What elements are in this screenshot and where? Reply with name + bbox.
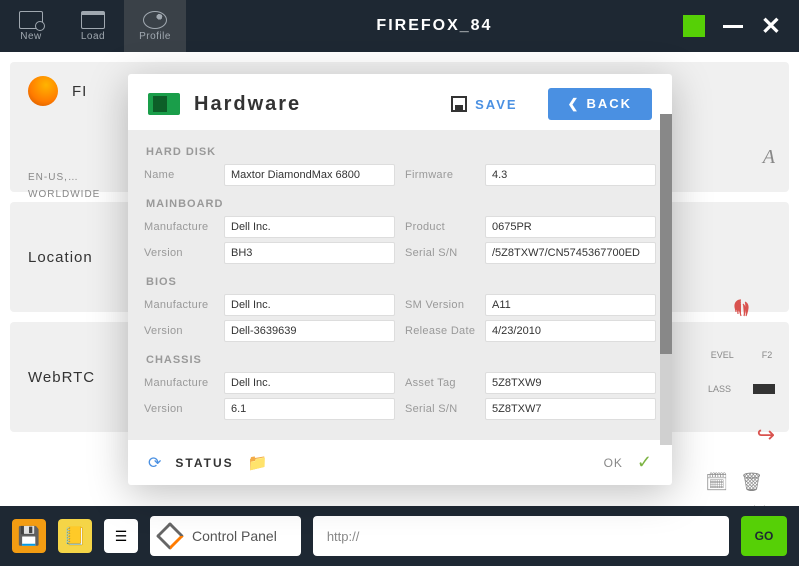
- locale-label: EN-US,…: [28, 172, 100, 183]
- mb-product-label: Product: [405, 221, 479, 233]
- hd-name-input[interactable]: Maxtor DiamondMax 6800: [224, 164, 395, 186]
- ch-asset-label: Asset Tag: [405, 377, 479, 389]
- back-arrow-icon: ❮: [568, 96, 581, 111]
- hd-name-label: Name: [144, 169, 218, 181]
- bios-smversion-label: SM Version: [405, 299, 479, 311]
- dark-swatch: [753, 384, 775, 394]
- bios-smversion-input[interactable]: A11: [485, 294, 656, 316]
- load-button[interactable]: Load: [62, 0, 124, 52]
- status-label: STATUS: [175, 456, 233, 470]
- back-button[interactable]: ❮ BACK: [548, 88, 652, 120]
- save-button[interactable]: SAVE: [451, 96, 517, 112]
- mb-serial-label: Serial S/N: [405, 247, 479, 259]
- profile-name-partial: FI: [72, 83, 87, 100]
- status-indicator: [683, 15, 705, 37]
- go-button[interactable]: GO: [741, 516, 787, 556]
- window-title: FIREFOX_84: [186, 17, 683, 35]
- control-panel-button[interactable]: Control Panel: [150, 516, 301, 556]
- webrtc-label: WebRTC: [28, 369, 95, 386]
- load-label: Load: [81, 31, 105, 42]
- list-icon: ☰: [115, 528, 128, 545]
- chassis-section-title: CHASSIS: [144, 346, 656, 372]
- bios-version-label: Version: [144, 325, 218, 337]
- control-panel-icon: [158, 524, 182, 548]
- mb-manufacture-input[interactable]: Dell Inc.: [224, 216, 395, 238]
- ch-manufacture-input[interactable]: Dell Inc.: [224, 372, 395, 394]
- mb-manufacture-label: Manufacture: [144, 221, 218, 233]
- mb-serial-input[interactable]: /5Z8TXW7/CN5745367700ED: [485, 242, 656, 264]
- hardware-icon: [148, 93, 180, 115]
- mb-version-input[interactable]: BH3: [224, 242, 395, 264]
- ch-serial-label: Serial S/N: [405, 403, 479, 415]
- bios-version-input[interactable]: Dell-3639639: [224, 320, 395, 342]
- new-label: New: [20, 31, 42, 42]
- save-icon: [451, 96, 467, 112]
- bottombar-list-button[interactable]: ☰: [104, 519, 138, 553]
- module-icons: 🗓 🗑: [705, 472, 763, 493]
- trash-icon: 🗑: [740, 472, 763, 493]
- modal-title: Hardware: [194, 93, 437, 116]
- close-button[interactable]: ✕: [761, 12, 781, 41]
- profile-icon: [143, 11, 167, 29]
- fingerprint-group: EVEL F2 LASS: [708, 298, 775, 394]
- ch-manufacture-label: Manufacture: [144, 377, 218, 389]
- scrollbar[interactable]: [660, 114, 672, 445]
- profile-label: Profile: [139, 31, 171, 42]
- new-button[interactable]: New: [0, 0, 62, 52]
- note-icon: 📒: [64, 526, 86, 547]
- floppy-icon: 💾: [18, 526, 40, 547]
- url-input[interactable]: http://: [313, 516, 729, 556]
- letter-icon: A: [763, 146, 775, 169]
- harddisk-section-title: HARD DISK: [144, 138, 656, 164]
- class-label-partial: LASS: [708, 384, 731, 394]
- refresh-icon[interactable]: ⟳: [148, 453, 161, 473]
- control-panel-label: Control Panel: [192, 528, 277, 544]
- new-icon: [19, 11, 43, 29]
- f2-label: F2: [762, 350, 773, 360]
- hd-firmware-label: Firmware: [405, 169, 479, 181]
- level-label-partial: EVEL: [711, 350, 734, 360]
- ch-serial-input[interactable]: 5Z8TXW7: [485, 398, 656, 420]
- scroll-thumb[interactable]: [660, 114, 672, 354]
- fingerprint-icon: [729, 298, 753, 322]
- calendar-icon: 🗓: [705, 472, 728, 493]
- bios-release-label: Release Date: [405, 325, 479, 337]
- arrow-redirect-icon: ↪: [757, 422, 775, 448]
- check-icon[interactable]: ✓: [637, 452, 652, 473]
- location-label: Location: [28, 249, 93, 266]
- bios-release-input[interactable]: 4/23/2010: [485, 320, 656, 342]
- back-label: BACK: [586, 96, 632, 111]
- ok-label: OK: [604, 456, 623, 470]
- profile-button[interactable]: Profile: [124, 0, 186, 52]
- mb-product-input[interactable]: 0675PR: [485, 216, 656, 238]
- bottombar-notes-button[interactable]: 📒: [58, 519, 92, 553]
- mb-version-label: Version: [144, 247, 218, 259]
- ch-asset-input[interactable]: 5Z8TXW9: [485, 372, 656, 394]
- hardware-modal: Hardware SAVE ❮ BACK HARD DISK Name Maxtor…: [128, 74, 672, 485]
- minimize-button[interactable]: [723, 25, 743, 28]
- hd-firmware-input[interactable]: 4.3: [485, 164, 656, 186]
- bios-section-title: BIOS: [144, 268, 656, 294]
- bios-manufacture-label: Manufacture: [144, 299, 218, 311]
- bottombar-save-button[interactable]: 💾: [12, 519, 46, 553]
- redirect-group: ↪: [757, 422, 775, 448]
- save-label: SAVE: [475, 97, 517, 112]
- ch-version-label: Version: [144, 403, 218, 415]
- folder-icon[interactable]: 📁: [248, 453, 268, 473]
- go-label: GO: [755, 529, 774, 543]
- load-icon: [81, 11, 105, 29]
- firefox-icon: [28, 76, 58, 106]
- region-label: WORLDWIDE: [28, 189, 100, 200]
- mainboard-section-title: MAINBOARD: [144, 190, 656, 216]
- bios-manufacture-input[interactable]: Dell Inc.: [224, 294, 395, 316]
- ch-version-input[interactable]: 6.1: [224, 398, 395, 420]
- url-text: http://: [327, 529, 360, 544]
